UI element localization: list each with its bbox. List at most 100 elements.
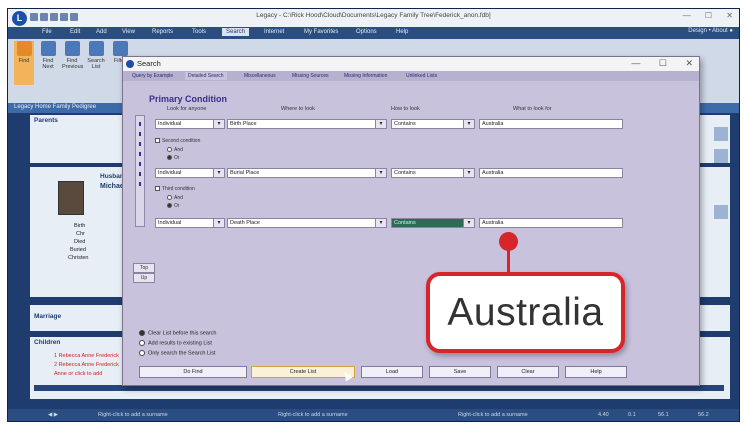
- child-row-1[interactable]: 1 Rebecca Anne Frederick: [54, 353, 119, 359]
- ribbon-find-previous-label: Find Previous: [62, 58, 84, 70]
- menu-options[interactable]: Options: [352, 28, 381, 36]
- option-only-search-list[interactable]: Only search the Search List: [139, 350, 216, 356]
- menu-view[interactable]: View: [118, 28, 139, 36]
- strip-mark: [139, 172, 141, 176]
- condition2-field-select[interactable]: Burial Place: [227, 168, 387, 178]
- tab-missing-information[interactable]: Missing Information: [341, 72, 390, 80]
- third-condition-checkbox[interactable]: Third condition: [155, 186, 195, 192]
- maximize-button[interactable]: ☐: [705, 11, 712, 20]
- ribbon-find-next-button[interactable]: Find Next: [38, 41, 58, 85]
- husband-photo[interactable]: [58, 181, 84, 215]
- condition1-value-input[interactable]: Australia: [479, 119, 623, 129]
- column-header-where: Where to look: [281, 106, 315, 112]
- filter-icon: [112, 41, 128, 56]
- radio-dot: [167, 195, 172, 201]
- condition3-and-radio[interactable]: And: [167, 195, 183, 201]
- ribbon-find-button[interactable]: Find: [14, 41, 34, 85]
- status-prev-icon[interactable]: ◀ ▶: [48, 412, 58, 418]
- second-condition-checkbox[interactable]: Second condition: [155, 138, 200, 144]
- condition3-how-select[interactable]: Contains: [391, 218, 475, 228]
- or-label: Or: [174, 155, 180, 161]
- list-icon: [88, 41, 104, 56]
- option-add-results[interactable]: Add results to existing List: [139, 340, 212, 346]
- save-button[interactable]: Save: [429, 366, 491, 378]
- radio-dot: [139, 350, 145, 356]
- child-row-2[interactable]: 2 Rebecca Anne Frederick: [54, 362, 119, 368]
- fact-label-died: Died: [74, 239, 86, 245]
- view-navigation-text[interactable]: Legacy Home Family Pedigree: [14, 104, 96, 110]
- and-label: And: [174, 147, 183, 153]
- right-side-button-1[interactable]: [714, 127, 728, 141]
- load-button[interactable]: Load: [361, 366, 423, 378]
- move-up-button[interactable]: Up: [133, 273, 155, 283]
- ribbon-find-previous-button[interactable]: Find Previous: [62, 41, 84, 85]
- magnifier-next-icon: [40, 41, 56, 56]
- condition2-who-select[interactable]: Individual: [155, 168, 225, 178]
- dialog-minimize-button[interactable]: —: [631, 58, 640, 68]
- condition2-value-input[interactable]: Australia: [479, 168, 623, 178]
- child-row-add[interactable]: Anne or click to add: [54, 371, 102, 377]
- fact-label-christen: Christen: [68, 255, 89, 261]
- menu-search[interactable]: Search: [222, 28, 250, 36]
- condition1-field-select[interactable]: Birth Place: [227, 119, 387, 129]
- close-button[interactable]: ✕: [726, 11, 733, 20]
- second-condition-label: Second condition: [162, 138, 201, 144]
- third-condition-label: Third condition: [162, 186, 195, 192]
- move-top-button[interactable]: Top: [133, 263, 155, 273]
- primary-condition-title: Primary Condition: [149, 94, 228, 104]
- status-segment-6: 56.1: [658, 412, 669, 418]
- menu-right-links[interactable]: Design • About ●: [688, 28, 733, 34]
- tab-miscellaneous[interactable]: Miscellaneous: [241, 72, 279, 80]
- status-segment-1[interactable]: Right-click to add a surname: [98, 412, 168, 418]
- search-dialog-controls: — ☐ ✕: [615, 58, 693, 69]
- condition2-how-select[interactable]: Contains: [391, 168, 475, 178]
- tab-missing-sources[interactable]: Missing Sources: [289, 72, 332, 80]
- condition3-who-select[interactable]: Individual: [155, 218, 225, 228]
- checkbox-box: [155, 186, 160, 192]
- condition3-value-input[interactable]: Australia: [479, 218, 623, 228]
- option-clear-list[interactable]: Clear List before this search: [139, 330, 216, 336]
- condition3-or-radio[interactable]: Or: [167, 203, 180, 209]
- condition2-or-radio[interactable]: Or: [167, 155, 180, 161]
- right-side-button-3[interactable]: [714, 205, 728, 219]
- right-side-button-2[interactable]: [714, 149, 728, 163]
- menu-tools[interactable]: Tools: [188, 28, 210, 36]
- condition3-field-select[interactable]: Death Place: [227, 218, 387, 228]
- clear-button[interactable]: Clear: [497, 366, 559, 378]
- menu-bar: File Edit Add View Reports Tools Search …: [8, 27, 739, 39]
- callout-box: Australia: [426, 272, 625, 353]
- radio-dot: [139, 340, 145, 346]
- and-label: And: [174, 195, 183, 201]
- menu-internet[interactable]: Internet: [260, 28, 288, 36]
- condition2-and-radio[interactable]: And: [167, 147, 183, 153]
- ribbon-find-next-label: Find Next: [42, 58, 54, 70]
- fact-label-birth: Birth: [74, 223, 86, 229]
- condition1-how-select[interactable]: Contains: [391, 119, 475, 129]
- status-segment-3[interactable]: Right-click to add a surname: [458, 412, 528, 418]
- callout-text: Australia: [447, 291, 604, 334]
- tab-detailed-search[interactable]: Detailed Search: [185, 72, 227, 80]
- menu-my-favorites[interactable]: My Favorites: [300, 28, 342, 36]
- create-list-button[interactable]: Create List: [251, 366, 355, 378]
- search-dialog-icon: [126, 60, 134, 68]
- do-find-button[interactable]: Do Find: [139, 366, 247, 378]
- menu-file[interactable]: File: [38, 28, 56, 36]
- menu-reports[interactable]: Reports: [148, 28, 177, 36]
- magnifier-icon: [16, 41, 32, 56]
- search-tabs: Query by Example Detailed Search Miscell…: [123, 71, 699, 81]
- search-dialog-titlebar: Search — ☐ ✕: [123, 57, 699, 71]
- menu-add[interactable]: Add: [92, 28, 111, 36]
- status-segment-2[interactable]: Right-click to add a surname: [278, 412, 348, 418]
- menu-help[interactable]: Help: [392, 28, 412, 36]
- ribbon-search-list-button[interactable]: Search List: [86, 41, 106, 85]
- dialog-close-button[interactable]: ✕: [685, 58, 693, 68]
- ribbon-find-label: Find: [18, 58, 30, 64]
- minimize-button[interactable]: —: [683, 11, 691, 20]
- tab-query-by-example[interactable]: Query by Example: [129, 72, 176, 80]
- help-button[interactable]: Help: [565, 366, 627, 378]
- menu-edit[interactable]: Edit: [66, 28, 84, 36]
- condition1-who-select[interactable]: Individual: [155, 119, 225, 129]
- children-header: Children: [34, 339, 61, 346]
- tab-unlinked-lists[interactable]: Unlinked Lists: [403, 72, 440, 80]
- dialog-maximize-button[interactable]: ☐: [659, 58, 667, 68]
